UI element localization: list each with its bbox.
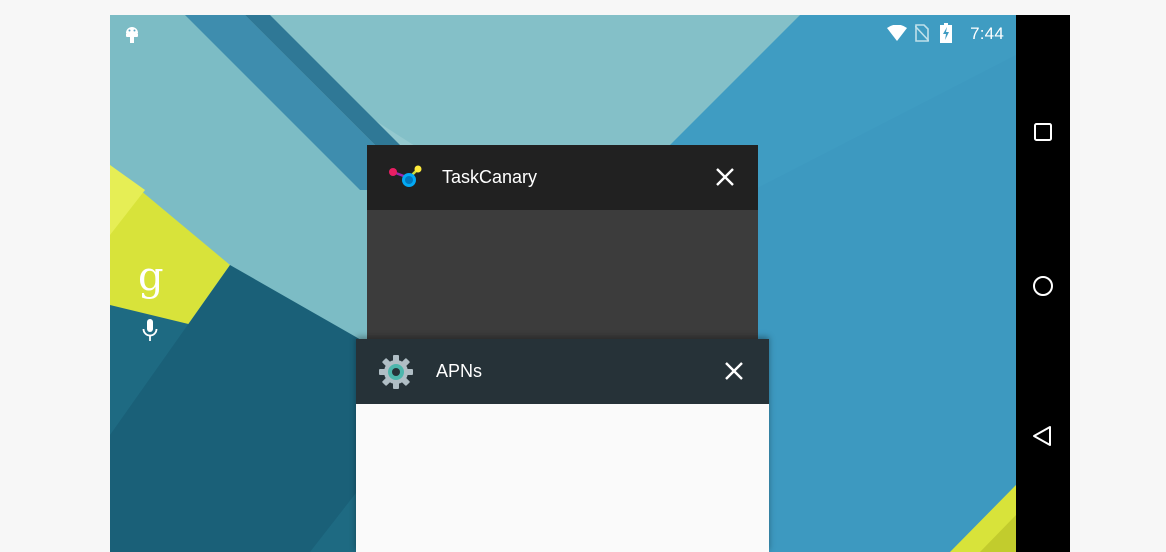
card-title: TaskCanary xyxy=(442,167,538,187)
back-button[interactable] xyxy=(1028,421,1058,451)
close-icon[interactable] xyxy=(713,165,737,189)
status-bar: 7:44 xyxy=(110,15,1016,49)
back-triangle-icon[interactable] xyxy=(1028,421,1058,451)
card-header[interactable]: TaskCanary xyxy=(367,145,758,210)
android-notification-icon xyxy=(126,27,138,43)
no-sim-icon xyxy=(915,24,929,42)
mic-icon[interactable] xyxy=(142,319,158,345)
overview-square-icon[interactable] xyxy=(1028,117,1058,147)
google-search-widget[interactable]: g xyxy=(138,255,168,353)
card-header[interactable]: APNs xyxy=(356,339,769,404)
recent-card-taskcanary[interactable]: TaskCanary xyxy=(367,145,758,345)
google-g-icon[interactable]: g xyxy=(138,255,164,299)
recent-card-apns[interactable]: APNs xyxy=(356,339,769,552)
home-circle-icon[interactable] xyxy=(1028,271,1058,301)
close-icon[interactable] xyxy=(722,359,746,383)
device-screen: 7:44 g TaskCanary APNs xyxy=(110,15,1070,552)
wifi-icon xyxy=(887,25,907,41)
status-clock: 7:44 xyxy=(970,24,1004,43)
navigation-bar xyxy=(1016,15,1070,552)
settings-gear-icon xyxy=(379,355,413,389)
card-title: APNs xyxy=(436,361,483,381)
home-button[interactable] xyxy=(1028,271,1058,301)
battery-charging-icon xyxy=(940,23,952,43)
overview-button[interactable] xyxy=(1028,117,1058,147)
taskcanary-app-icon xyxy=(389,165,422,187)
